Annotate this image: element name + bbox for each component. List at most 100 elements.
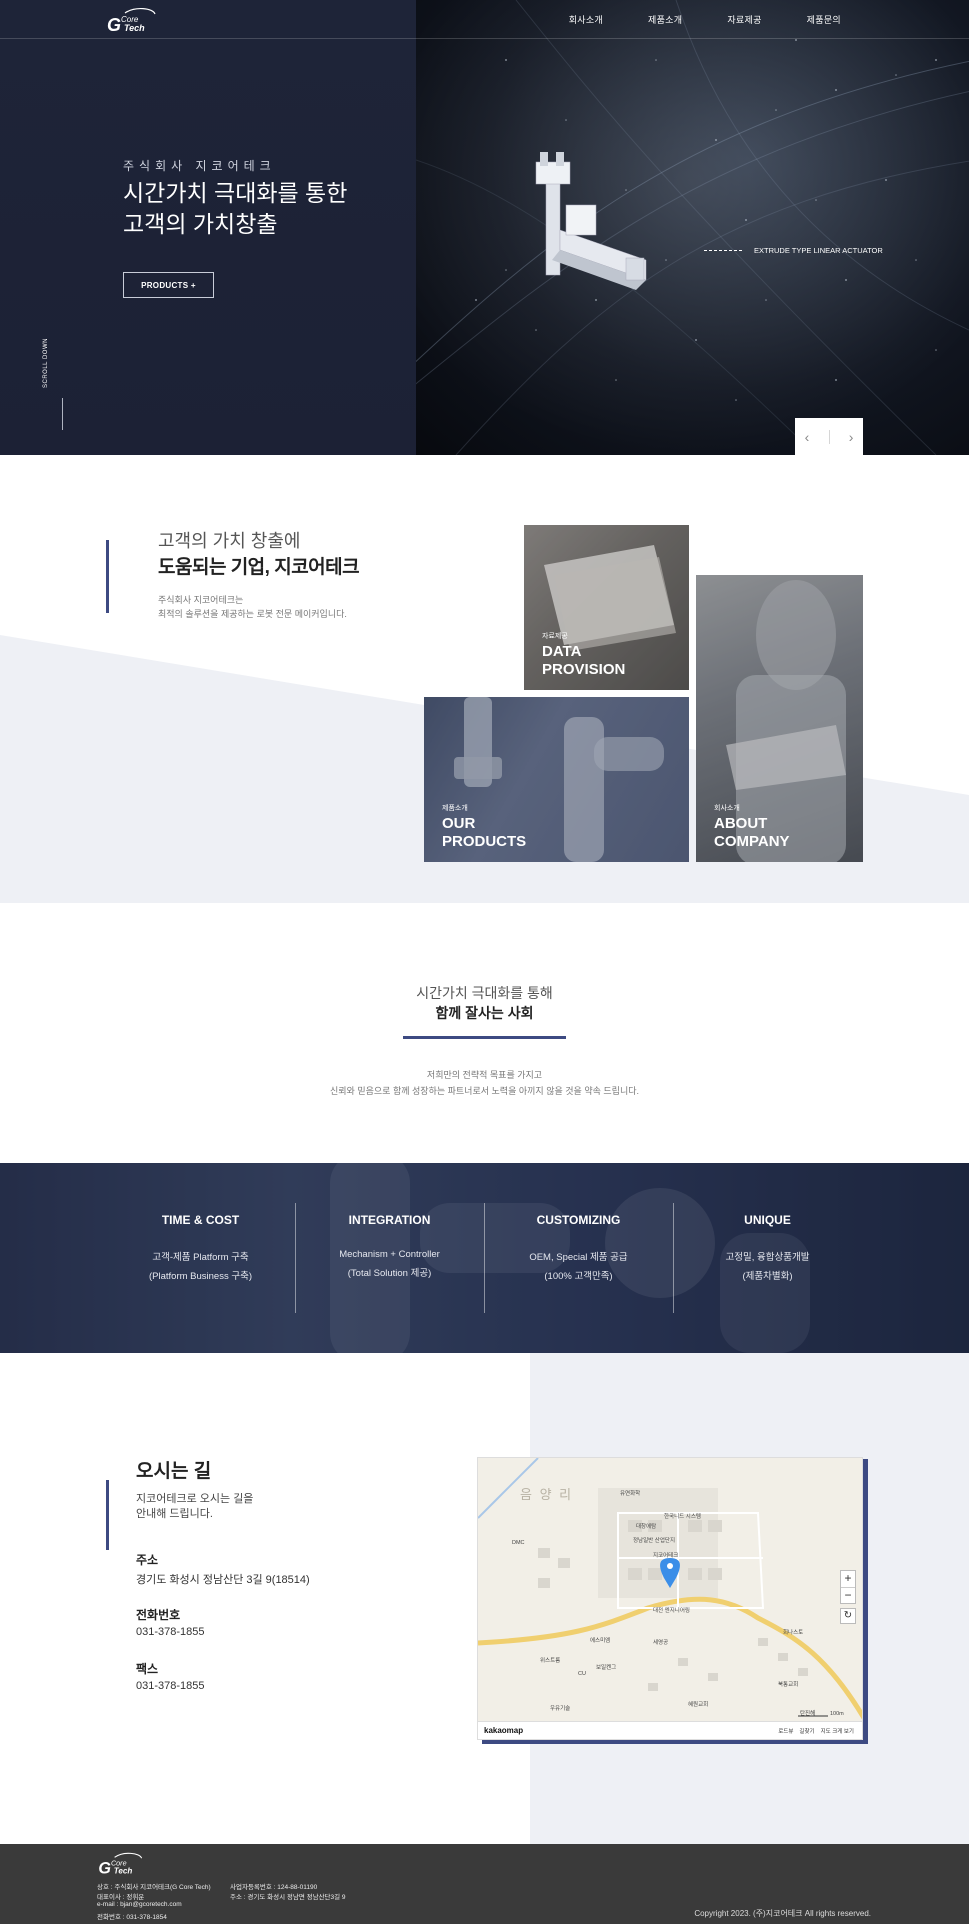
feature-customizing: CUSTOMIZING OEM, Special 제품 공급 (100% 고객만…	[484, 1201, 673, 1282]
feature-title: TIME & COST	[161, 1213, 240, 1227]
vision-desc-line1: 저희만의 전략적 목표를 가지고	[426, 1070, 543, 1080]
main-nav: 회사소개 제품소개 자료제공 제품문의	[569, 13, 841, 26]
slider-prev-icon[interactable]: ‹	[805, 429, 810, 445]
phone-label: 전화번호	[136, 1608, 181, 1622]
map-label: 세영공	[653, 1640, 669, 1646]
footer-tel: 전화번호 : 031-378-1854	[97, 1914, 167, 1921]
footer-company: 상호 : 주식회사 지코어테크(G Core Tech)	[97, 1884, 211, 1891]
map-label: 탄진해	[800, 1711, 816, 1717]
location-sub-line1: 지코어테크로 오시는 길을	[136, 1493, 254, 1505]
map-label: 혜원교회	[688, 1702, 709, 1708]
map-label: 대창에탐	[636, 1524, 657, 1530]
hero-title-line1: 시간가치 극대화를 통한	[123, 180, 348, 206]
slider-next-icon[interactable]: ›	[849, 429, 854, 445]
map-link-roadview[interactable]: 로드뷰	[778, 1727, 793, 1735]
map-label: 회나스토	[783, 1630, 804, 1636]
feature-time-cost: TIME & COST 고객-제품 Platform 구축 (Platform …	[106, 1201, 295, 1282]
phone-value: 031-378-1855	[136, 1626, 205, 1638]
tile-products-sub: 제품소개	[442, 805, 468, 812]
tile-about-title: ABOUT COMPANY	[714, 815, 790, 850]
map-label: CU	[578, 1671, 586, 1677]
map-footer: kakaomap 로드뷰 길찾기 지도 크게 보기	[478, 1721, 862, 1739]
map-label: DMC	[512, 1540, 525, 1546]
intro-desc-line1: 주식회사 지코어테크는	[158, 595, 244, 605]
map-label: 유연화학	[620, 1491, 641, 1497]
vision-title-line1: 시간가치 극대화를 통해	[416, 985, 553, 1001]
tile-data-provision[interactable]: 자료제공 DATA PROVISION	[524, 525, 689, 690]
feature-title: INTEGRATION	[348, 1213, 431, 1227]
footer-logo-text-tech: Tech	[114, 1867, 133, 1876]
intro-title-line2: 도움되는 기업, 지코어테크	[158, 557, 360, 578]
nav-company[interactable]: 회사소개	[569, 13, 603, 26]
feature-line2: (100% 고객만족)	[544, 1271, 613, 1282]
map-link-large-map[interactable]: 지도 크게 보기	[821, 1727, 854, 1735]
hero-title: 시간가치 극대화를 통한 고객의 가치창출	[123, 178, 347, 240]
tile-about-company[interactable]: 회사소개 ABOUT COMPANY	[696, 575, 863, 862]
product-caption-dash	[704, 250, 742, 251]
feature-line1: 고객-제품 Platform 구축	[152, 1252, 249, 1263]
kakaomap-logo: kakaomap	[484, 1726, 524, 1735]
map-links: 로드뷰 길찾기 지도 크게 보기	[778, 1727, 854, 1735]
vision-title-line2: 함께 잘사는 사회	[435, 1005, 534, 1021]
hero-particle-background	[416, 0, 969, 455]
map-label: 지코어테크	[653, 1553, 679, 1559]
map-link-directions[interactable]: 길찾기	[799, 1727, 814, 1735]
location-accent-bar	[106, 1480, 109, 1550]
hero-eyebrow: 주식회사 지코어테크	[123, 159, 276, 173]
intro-accent-bar	[106, 540, 109, 613]
nav-data[interactable]: 자료제공	[727, 13, 761, 26]
tile-about-sub: 회사소개	[714, 805, 740, 812]
product-caption: EXTRUDE TYPE LINEAR ACTUATOR	[754, 246, 883, 255]
fax-label: 팩스	[136, 1662, 159, 1676]
feature-line2: (제품차별화)	[742, 1271, 793, 1282]
vision-underline	[403, 1036, 566, 1039]
logo[interactable]: G Core Tech	[105, 6, 157, 36]
svg-text:G: G	[98, 1860, 111, 1878]
intro-description: 주식회사 지코어테크는 최적의 솔루션을 제공하는 로봇 전문 메이커입니다.	[158, 593, 347, 621]
tile-our-products[interactable]: 제품소개 OUR PRODUCTS	[424, 697, 689, 862]
kakao-map[interactable]: 음 양 리 유연화학 대창에탐 한국니드 시스템 정남일반 산업단지 지코어테크…	[477, 1457, 863, 1740]
zoom-in-icon[interactable]: +	[841, 1571, 855, 1587]
feature-title: CUSTOMIZING	[536, 1213, 621, 1227]
features-section: TIME & COST 고객-제품 Platform 구축 (Platform …	[0, 1163, 969, 1353]
footer-logo[interactable]: G Core Tech	[96, 1851, 144, 1878]
vision-section: 시간가치 극대화를 통해 함께 잘사는 사회 저희만의 전략적 목표를 가지고 …	[0, 903, 969, 1163]
intro-title-line1: 고객의 가치 창출에	[158, 531, 301, 551]
feature-line1: 고정밀, 융합상품개발	[725, 1252, 810, 1263]
site-footer: G Core Tech 상호 : 주식회사 지코어테크(G Core Tech)…	[0, 1844, 969, 1924]
nav-inquiry[interactable]: 제품문의	[807, 13, 841, 26]
map-zoom-control: + −	[840, 1570, 856, 1604]
scroll-down-label: SCROLL DOWN	[43, 338, 49, 388]
nav-products[interactable]: 제품소개	[648, 13, 682, 26]
feature-line2: (Total Solution 제공)	[347, 1268, 432, 1279]
intro-desc-line2: 최적의 솔루션을 제공하는 로봇 전문 메이커입니다.	[158, 609, 347, 619]
map-label: 대전 엔지니어링	[653, 1608, 690, 1614]
feature-title: UNIQUE	[744, 1213, 791, 1227]
location-sub-line2: 안내해 드립니다.	[136, 1508, 213, 1520]
map-label: 우유기술	[550, 1706, 571, 1712]
map-label: 북통교회	[778, 1682, 799, 1688]
footer-ceo: 대표이사 : 정휘운	[97, 1894, 145, 1901]
feature-unique: UNIQUE 고정밀, 융합상품개발 (제품차별화)	[673, 1201, 862, 1282]
map-refresh-icon[interactable]: ↻	[840, 1608, 856, 1624]
footer-address: 주소 : 경기도 화성시 정남면 정남산단3길 9	[230, 1894, 346, 1901]
address-value: 경기도 화성시 정남산단 3길 9(18514)	[136, 1574, 310, 1586]
logo-text-tech: Tech	[124, 23, 145, 33]
feature-line1: OEM, Special 제품 공급	[529, 1252, 628, 1263]
location-section: 오시는 길 지코어테크로 오시는 길을 안내해 드립니다. 주소 경기도 화성시…	[0, 1353, 969, 1844]
feature-line1: Mechanism + Controller	[339, 1249, 440, 1260]
zoom-out-icon[interactable]: −	[841, 1588, 855, 1604]
map-label: 위스트룸	[540, 1658, 561, 1664]
map-label: 정남일반 산업단지	[633, 1538, 676, 1544]
intro-section: 고객의 가치 창출에 도움되는 기업, 지코어테크 주식회사 지코어테크는 최적…	[0, 455, 969, 903]
scroll-down-line	[62, 398, 63, 430]
tile-data-title: DATA PROVISION	[542, 643, 626, 678]
vision-desc-line2: 신뢰와 믿음으로 함께 성장하는 파트너로서 노력을 아끼지 않을 것을 약속 …	[329, 1086, 640, 1096]
products-button[interactable]: PRODUCTS +	[123, 272, 214, 298]
footer-biz-no: 사업자등록번호 : 124-88-01190	[230, 1884, 318, 1891]
feature-line2: (Platform Business 구축)	[148, 1271, 252, 1282]
map-label: 에스미엠	[590, 1638, 611, 1644]
map-label: 한국니드 시스템	[664, 1514, 701, 1520]
map-scale-label: 100m	[830, 1711, 844, 1717]
hero-image	[416, 0, 969, 455]
